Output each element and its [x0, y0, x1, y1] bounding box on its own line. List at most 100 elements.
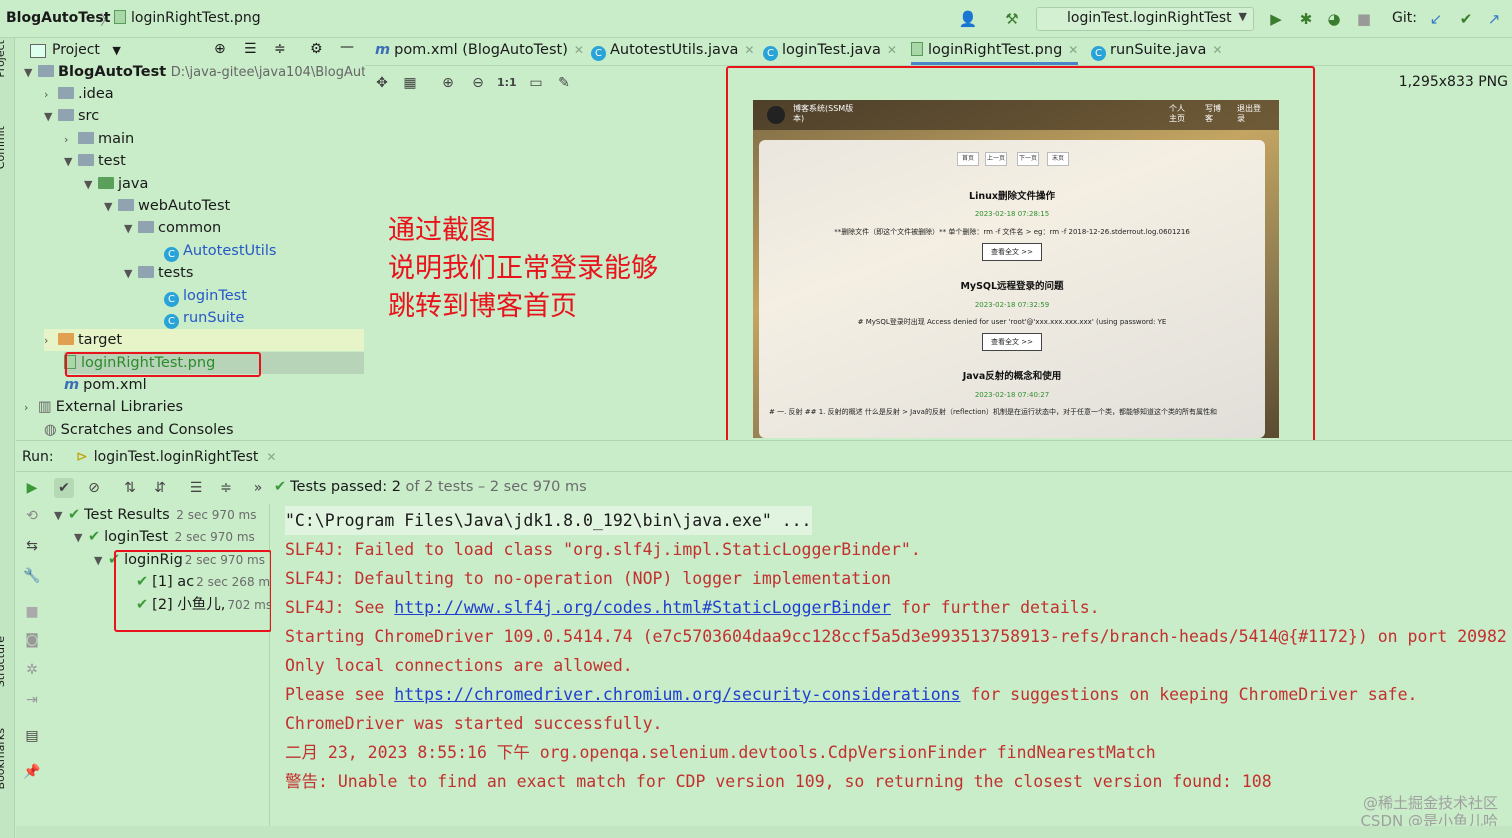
camera-icon[interactable]: ◙ — [22, 630, 42, 650]
image-viewer: ✥ ▦ ⊕ ⊖ 1:1 ▭ ✎ 1,295x833 PNG 通过截图 说明我们正… — [365, 66, 1512, 450]
run-toolbar: ▶ ✔ ⊘ ⇅ ⇵ ☰ ≑ » ✔ Tests passed: 2 of 2 te… — [16, 472, 1512, 504]
tree-row-target[interactable]: › target — [44, 329, 364, 351]
zoom-out-icon[interactable]: ⊖ — [469, 74, 487, 92]
highlight-box-screenshot — [726, 66, 1315, 450]
scratches-icon: ◍ — [44, 422, 57, 438]
actual-size-button[interactable]: 1:1 — [497, 74, 517, 92]
result-row-root[interactable]: ▼ ✔ Test Results 2 sec 970 ms — [54, 504, 256, 526]
annotation-text: 通过截图 说明我们正常登录能够 跳转到博客首页 — [388, 212, 658, 326]
close-icon[interactable]: ✕ — [887, 43, 897, 57]
tree-row-src[interactable]: ▼ src — [44, 105, 99, 127]
console-line: SLF4J: See http://www.slf4j.org/codes.ht… — [285, 598, 1100, 617]
tree-row-main[interactable]: › main — [64, 128, 134, 150]
tree-row-common[interactable]: ▼ common — [124, 217, 221, 239]
tree-row-runsuite[interactable]: CrunSuite — [164, 307, 244, 329]
breadcrumb-file[interactable]: loginRightTest.png — [114, 10, 261, 26]
close-icon[interactable]: ✕ — [744, 43, 754, 57]
tree-row-tests[interactable]: ▼ tests — [124, 262, 193, 284]
console-line: 二月 23, 2023 8:55:16 下午 org.openqa.seleni… — [285, 743, 1156, 762]
stop-icon[interactable]: ■ — [22, 602, 42, 622]
watermark-line: @稀土掘金技术社区 — [1362, 794, 1498, 812]
editor-tabs: m pom.xml (BlogAutoTest) ✕ C AutotestUtils.… — [365, 38, 1512, 66]
console-line: 警告: Unable to find an exact match for CD… — [285, 772, 1272, 791]
grid-icon[interactable]: ▦ — [401, 74, 419, 92]
sort-alpha-icon[interactable]: ⇅ — [120, 478, 140, 498]
watermark: @稀土掘金技术社区 CSDN @是小鱼儿哈 — [1360, 794, 1498, 830]
git-push-icon[interactable]: ↗ — [1484, 9, 1504, 29]
layout-icon[interactable]: ▤ — [22, 726, 42, 746]
tree-row-scratches[interactable]: ◍ Scratches and Consoles — [44, 419, 234, 441]
tab-pom[interactable]: m pom.xml (BlogAutoTest) ✕ — [375, 42, 584, 58]
tab-runsuite[interactable]: CrunSuite.java ✕ — [1091, 42, 1222, 61]
tree-row-webautotest[interactable]: ▼ webAutoTest — [104, 195, 230, 217]
wrench-icon[interactable]: 🔧 — [22, 566, 42, 586]
tree-row-external-libraries[interactable]: › ▥ External Libraries — [24, 396, 183, 418]
slf4j-link[interactable]: http://www.slf4j.org/codes.html#StaticLo… — [394, 598, 891, 617]
settings-icon[interactable]: ✲ — [22, 660, 42, 680]
close-icon[interactable]: ✕ — [266, 450, 276, 464]
maven-icon: m — [64, 377, 80, 393]
tree-row-java[interactable]: ▼ java — [84, 173, 148, 195]
rerun-icon[interactable]: ▶ — [22, 478, 42, 498]
tree-row-idea[interactable]: › .idea — [44, 83, 114, 105]
console-line: Only local connections are allowed. — [285, 656, 633, 675]
tab-autotestutils[interactable]: C AutotestUtils.java ✕ — [591, 42, 754, 61]
fit-icon[interactable]: ✥ — [373, 74, 391, 92]
pin-icon[interactable]: 📌 — [22, 762, 42, 782]
coverage-icon[interactable]: ◕ — [1324, 9, 1344, 29]
more-icon[interactable]: » — [248, 478, 268, 498]
chevron-down-icon: ▼ — [1238, 10, 1247, 23]
test-status: ✔ Tests passed: 2 of 2 tests – 2 sec 970 … — [274, 479, 587, 495]
expand-all-icon[interactable]: ☰ — [186, 478, 206, 498]
stop-icon[interactable]: ■ — [1354, 9, 1374, 29]
close-icon[interactable]: ✕ — [1212, 43, 1222, 57]
tree-row-logintest[interactable]: CloginTest — [164, 285, 247, 307]
close-icon[interactable]: ✕ — [574, 43, 584, 57]
tab-loginrighttest-png[interactable]: loginRightTest.png ✕ — [911, 42, 1079, 65]
expand-all-icon[interactable]: ☰ — [244, 41, 257, 57]
tree-row-pom[interactable]: m pom.xml — [64, 374, 147, 396]
collapse-all-icon[interactable]: ≑ — [274, 41, 286, 57]
run-tab[interactable]: ⊳ loginTest.loginRightTest ✕ — [76, 449, 276, 465]
result-row-logintest[interactable]: ▼ ✔ loginTest 2 sec 970 ms — [74, 526, 255, 548]
png-file-icon — [114, 10, 126, 24]
gear-icon[interactable]: ⚙ — [310, 41, 323, 57]
run-configuration-selector[interactable]: loginTest.loginRightTest ▼ — [1036, 7, 1254, 31]
class-icon: C — [164, 314, 179, 329]
project-view-selector[interactable]: Project — [52, 42, 100, 58]
hammer-icon[interactable]: ⚒ — [1002, 9, 1022, 29]
show-ignored-icon[interactable]: ⊘ — [84, 478, 104, 498]
console-line: ChromeDriver was started successfully. — [285, 714, 663, 733]
run-config-icon: ⊳ — [76, 449, 88, 465]
breadcrumb-project[interactable]: BlogAutoTest — [6, 10, 110, 26]
collapse-all-icon[interactable]: ≑ — [216, 478, 236, 498]
run-label: Run: — [22, 449, 54, 465]
git-commit-icon[interactable]: ✔ — [1456, 9, 1476, 29]
export-icon[interactable]: ⇥ — [22, 690, 42, 710]
toggle-icon[interactable]: ⇆ — [22, 536, 42, 556]
zoom-in-icon[interactable]: ⊕ — [439, 74, 457, 92]
user-icon[interactable]: 👤 — [958, 9, 978, 29]
close-icon[interactable]: ✕ — [1068, 43, 1078, 57]
image-info: 1,295x833 PNG — [1398, 74, 1508, 90]
debug-icon[interactable]: ✱ — [1296, 9, 1316, 29]
sort-duration-icon[interactable]: ⇵ — [150, 478, 170, 498]
console-line: SLF4J: Failed to load class "org.slf4j.i… — [285, 540, 921, 559]
annotation-line: 说明我们正常登录能够 — [388, 253, 658, 284]
minimize-icon[interactable]: — — [340, 39, 354, 55]
git-update-icon[interactable]: ↙ — [1426, 9, 1446, 29]
console-output: "C:\Program Files\Java\jdk1.8.0_192\bin\… — [271, 504, 1512, 838]
chevron-down-icon[interactable]: ▼ — [112, 44, 120, 57]
show-passed-icon[interactable]: ✔ — [54, 478, 74, 498]
chromedriver-security-link[interactable]: https://chromedriver.chromium.org/securi… — [394, 685, 960, 704]
tool-window-stripe: Project Commit Structure Bookmarks — [0, 38, 15, 838]
tree-row-root[interactable]: ▼ BlogAutoTest D:\java-gitee\java104\Blog… — [24, 61, 373, 83]
tree-row-autotestutils[interactable]: C AutotestUtils — [164, 240, 276, 262]
fit-window-icon[interactable]: ▭ — [527, 74, 545, 92]
locate-icon[interactable]: ⊕ — [214, 41, 226, 57]
run-icon[interactable]: ▶ — [1266, 9, 1286, 29]
tab-logintest[interactable]: CloginTest.java ✕ — [763, 42, 897, 61]
color-picker-icon[interactable]: ✎ — [555, 74, 573, 92]
history-icon[interactable]: ⟲ — [22, 506, 42, 526]
tree-row-test[interactable]: ▼ test — [64, 150, 126, 172]
